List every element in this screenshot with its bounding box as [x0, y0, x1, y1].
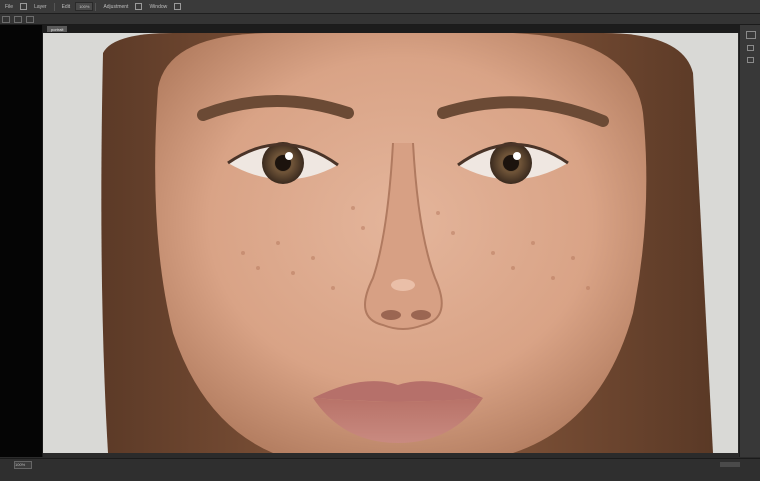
- toggle-icon[interactable]: [20, 3, 28, 10]
- panel-icon[interactable]: [747, 45, 754, 51]
- image-canvas[interactable]: [43, 33, 738, 453]
- nose-highlight: [391, 279, 415, 291]
- zoom-field[interactable]: 100%: [75, 2, 94, 11]
- scroll-indicator[interactable]: [720, 462, 740, 467]
- right-panel: [739, 25, 760, 457]
- menu-item-adjustment[interactable]: Adjustment: [98, 0, 133, 13]
- divider: [53, 2, 55, 11]
- zoom-status[interactable]: 100%: [14, 460, 32, 469]
- menu-item-window[interactable]: Window: [144, 0, 172, 13]
- document-tab[interactable]: portrait: [47, 26, 68, 32]
- options-icon[interactable]: [135, 3, 143, 10]
- menu-item-edit[interactable]: Edit: [57, 0, 76, 13]
- document-tab-bar: portrait: [43, 25, 740, 33]
- grid-icon[interactable]: [174, 3, 182, 10]
- menu-bar: File Layer Edit 100% Adjustment Window: [0, 0, 760, 14]
- menu-item-file[interactable]: File: [0, 0, 18, 13]
- divider: [95, 2, 97, 11]
- panel-icon[interactable]: [747, 57, 754, 63]
- portrait-photo: [43, 33, 738, 453]
- option-view-icon[interactable]: [26, 15, 34, 23]
- option-mode-icon[interactable]: [14, 15, 22, 23]
- tools-panel: [0, 25, 43, 457]
- status-bar: 100%: [0, 458, 760, 481]
- left-nostril: [381, 310, 401, 320]
- menu-item-layer[interactable]: Layer: [29, 0, 52, 13]
- panel-collapse-icon[interactable]: [745, 31, 756, 39]
- options-bar: [0, 14, 760, 25]
- option-toggle-icon[interactable]: [2, 15, 10, 23]
- right-nostril: [411, 310, 431, 320]
